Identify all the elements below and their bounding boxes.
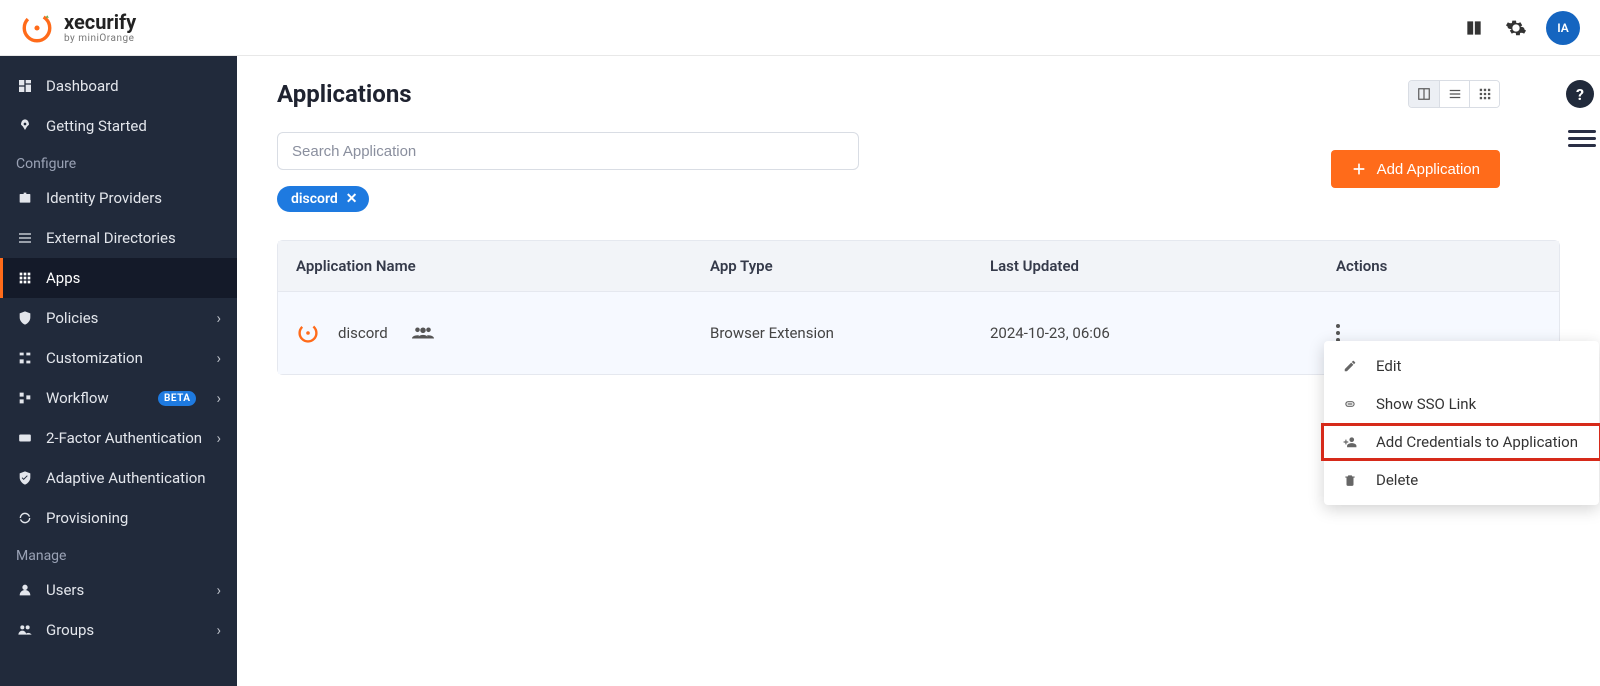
link-icon xyxy=(1342,396,1358,412)
sidebar-item-label: Identity Providers xyxy=(46,189,162,207)
sidebar-item-groups[interactable]: Groups › xyxy=(0,610,237,650)
trash-icon xyxy=(1342,472,1358,488)
dropdown-label: Add Credentials to Application xyxy=(1376,433,1578,451)
brand-logo-icon xyxy=(20,11,54,45)
beta-badge: BETA xyxy=(158,391,197,406)
sidebar-item-2fa[interactable]: 2-Factor Authentication › xyxy=(0,418,237,458)
sidebar-item-label: Getting Started xyxy=(46,117,147,135)
panel-toggle-button[interactable] xyxy=(1568,126,1596,151)
sidebar: Dashboard Getting Started Configure Iden… xyxy=(0,56,237,686)
chevron-right-icon: › xyxy=(216,349,221,367)
dropdown-label: Show SSO Link xyxy=(1376,395,1476,413)
sidebar-item-workflow[interactable]: Workflow BETA › xyxy=(0,378,237,418)
sidebar-section-manage: Manage xyxy=(0,538,237,570)
dropdown-label: Edit xyxy=(1376,357,1401,375)
dropdown-label: Delete xyxy=(1376,471,1418,489)
chevron-right-icon: › xyxy=(216,309,221,327)
sidebar-item-label: Groups xyxy=(46,621,94,639)
help-button[interactable]: ? xyxy=(1566,80,1594,108)
sidebar-item-label: Provisioning xyxy=(46,509,128,527)
sidebar-section-configure: Configure xyxy=(0,146,237,178)
shield-icon xyxy=(16,309,34,327)
brand-name: xecurify xyxy=(64,12,136,32)
key-icon xyxy=(16,429,34,447)
row-actions-dropdown: Edit Show SSO Link Add Credentials to Ap… xyxy=(1324,341,1599,505)
sidebar-item-label: Workflow xyxy=(46,389,109,407)
puzzle-icon xyxy=(16,349,34,367)
close-icon[interactable]: ✕ xyxy=(346,191,358,207)
sidebar-item-adaptive[interactable]: Adaptive Authentication xyxy=(0,458,237,498)
briefcase-icon xyxy=(16,189,34,207)
add-application-button[interactable]: Add Application xyxy=(1331,150,1500,188)
shield-check-icon xyxy=(16,469,34,487)
chevron-right-icon: › xyxy=(216,581,221,599)
sidebar-item-label: Users xyxy=(46,581,84,599)
dropdown-edit[interactable]: Edit xyxy=(1324,347,1599,385)
view-toggle xyxy=(1408,80,1500,108)
sidebar-item-apps[interactable]: Apps xyxy=(0,258,237,298)
dropdown-add-credentials[interactable]: Add Credentials to Application xyxy=(1321,423,1600,461)
sidebar-item-label: Apps xyxy=(46,269,80,287)
col-header-actions: Actions xyxy=(1336,257,1541,275)
filter-chip-label: discord xyxy=(291,191,338,207)
dropdown-show-sso[interactable]: Show SSO Link xyxy=(1324,385,1599,423)
plus-icon xyxy=(1351,161,1367,177)
avatar[interactable]: IA xyxy=(1546,11,1580,45)
sidebar-item-dashboard[interactable]: Dashboard xyxy=(0,66,237,106)
app-type: Browser Extension xyxy=(710,324,990,342)
sidebar-item-policies[interactable]: Policies › xyxy=(0,298,237,338)
main-content: Applications Add Application discord ✕ A… xyxy=(237,56,1600,686)
flow-icon xyxy=(16,389,34,407)
sidebar-item-label: Customization xyxy=(46,349,143,367)
col-header-type: App Type xyxy=(710,257,990,275)
col-header-updated: Last Updated xyxy=(990,257,1336,275)
group-icon xyxy=(412,326,434,340)
page-title: Applications xyxy=(277,80,1560,108)
settings-icon[interactable] xyxy=(1504,16,1528,40)
rocket-icon xyxy=(16,117,34,135)
brand[interactable]: xecurify by miniOrange xyxy=(20,11,136,45)
apps-icon xyxy=(16,269,34,287)
sidebar-item-label: Adaptive Authentication xyxy=(46,469,206,487)
app-updated: 2024-10-23, 06:06 xyxy=(990,324,1336,342)
kebab-icon xyxy=(1336,324,1340,342)
brand-sub: by miniOrange xyxy=(64,34,136,44)
pencil-icon xyxy=(1342,358,1358,374)
sidebar-item-label: External Directories xyxy=(46,229,176,247)
applications-table: Application Name App Type Last Updated A… xyxy=(277,240,1560,375)
sync-icon xyxy=(16,509,34,527)
person-add-icon xyxy=(1342,434,1358,450)
view-card-button[interactable] xyxy=(1409,81,1439,107)
sidebar-item-label: Policies xyxy=(46,309,98,327)
user-icon xyxy=(16,581,34,599)
app-name: discord xyxy=(338,324,388,342)
docs-icon[interactable] xyxy=(1462,16,1486,40)
view-list-button[interactable] xyxy=(1439,81,1469,107)
list-icon xyxy=(16,229,34,247)
group-icon xyxy=(16,621,34,639)
sidebar-item-label: 2-Factor Authentication xyxy=(46,429,202,447)
chevron-right-icon: › xyxy=(216,389,221,407)
app-logo-icon xyxy=(296,321,320,345)
filter-chip[interactable]: discord ✕ xyxy=(277,186,369,212)
col-header-name: Application Name xyxy=(296,257,710,275)
sidebar-item-provisioning[interactable]: Provisioning xyxy=(0,498,237,538)
sidebar-item-ext-dir[interactable]: External Directories xyxy=(0,218,237,258)
sidebar-item-label: Dashboard xyxy=(46,77,119,95)
sidebar-item-customization[interactable]: Customization › xyxy=(0,338,237,378)
sidebar-item-users[interactable]: Users › xyxy=(0,570,237,610)
chevron-right-icon: › xyxy=(216,621,221,639)
add-button-label: Add Application xyxy=(1377,161,1480,178)
sidebar-item-idp[interactable]: Identity Providers xyxy=(0,178,237,218)
view-grid-button[interactable] xyxy=(1469,81,1499,107)
chevron-right-icon: › xyxy=(216,429,221,447)
sidebar-item-getting-started[interactable]: Getting Started xyxy=(0,106,237,146)
dropdown-delete[interactable]: Delete xyxy=(1324,461,1599,499)
dashboard-icon xyxy=(16,77,34,95)
search-input[interactable] xyxy=(277,132,859,170)
